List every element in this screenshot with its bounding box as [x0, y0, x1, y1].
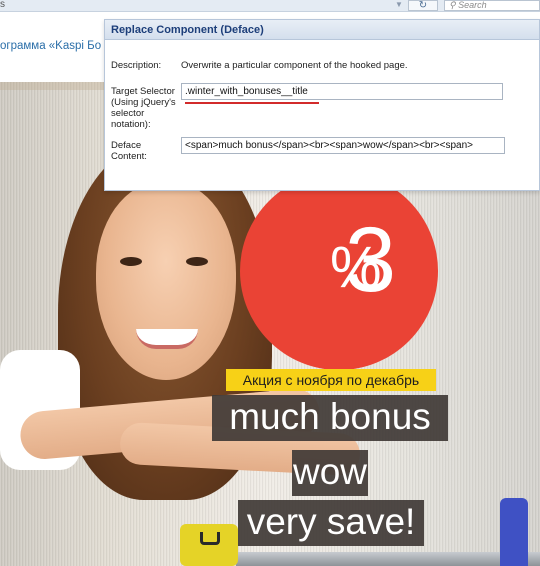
- description-label: Description:: [111, 60, 162, 71]
- search-input[interactable]: ⚲ Search: [444, 0, 540, 11]
- woman-eye: [120, 257, 142, 266]
- deface-content-label: Deface Content:: [111, 140, 147, 162]
- address-dropdown-icon[interactable]: ▼: [393, 0, 405, 11]
- promo-title-line: much bonus: [212, 395, 448, 441]
- replace-component-dialog: Replace Component (Deface) Description: …: [104, 19, 540, 191]
- dialog-title: Replace Component (Deface): [105, 20, 539, 40]
- promo-period-tag: Акция с ноября по декабрь: [226, 369, 436, 391]
- discount-unit: %: [330, 235, 382, 300]
- promo-title-line: very save!: [238, 500, 424, 546]
- cart-handle: [180, 524, 238, 566]
- browser-toolbar: s ▼ ↻ ⚲ Search: [0, 0, 540, 12]
- woman-eye: [186, 257, 208, 266]
- search-icon: ⚲: [449, 0, 456, 10]
- selector-highlight-underline: [185, 102, 319, 104]
- cart-basket: [500, 498, 528, 566]
- description-value: Overwrite a particular component of the …: [181, 60, 408, 71]
- deface-content-input[interactable]: <span>much bonus</span><br><span>wow</sp…: [181, 137, 505, 154]
- woman-face: [96, 182, 236, 380]
- target-selector-label: Target Selector (Using jQuery's selector…: [111, 86, 176, 130]
- search-placeholder: Search: [458, 0, 487, 10]
- program-link[interactable]: ограмма «Kaspi Бо: [0, 40, 104, 52]
- cart-bar: [236, 552, 540, 566]
- reload-icon[interactable]: ↻: [408, 0, 438, 11]
- promo-title-line: wow: [292, 450, 368, 496]
- target-selector-input[interactable]: .winter_with_bonuses__title: [181, 83, 503, 100]
- address-bar-fragment[interactable]: s: [0, 0, 10, 12]
